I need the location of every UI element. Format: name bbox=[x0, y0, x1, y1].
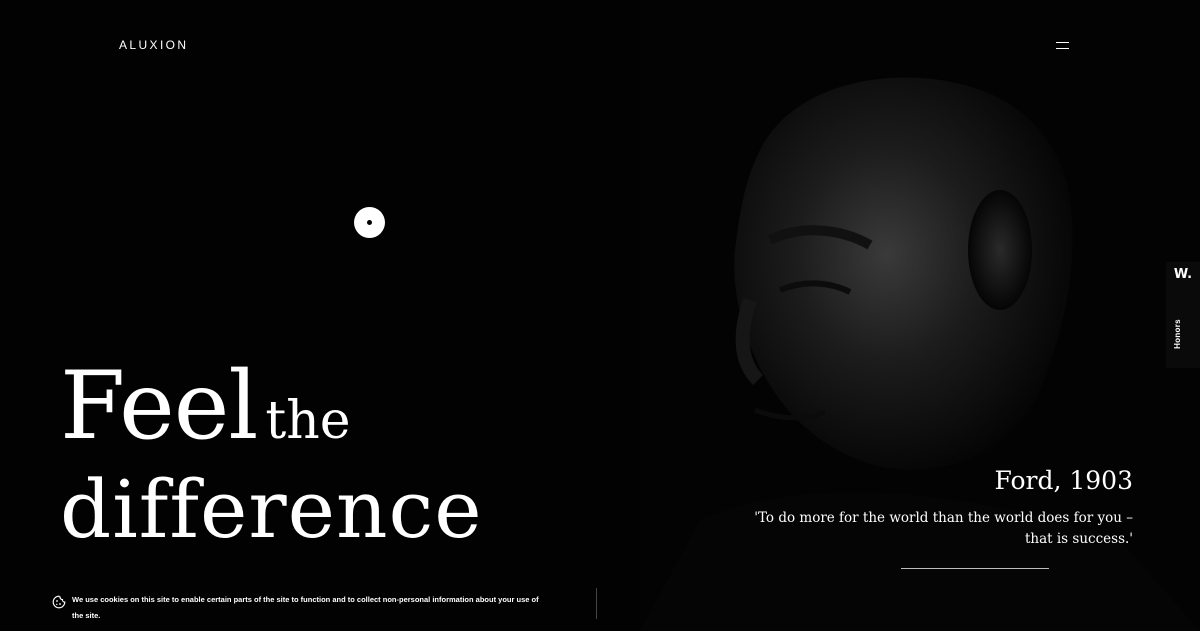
brand-logo[interactable]: ALUXION bbox=[119, 38, 188, 52]
cookie-notice: We use cookies on this site to enable ce… bbox=[52, 588, 597, 631]
awards-badge[interactable]: W. Honors bbox=[1166, 262, 1200, 368]
cookie-notice-divider bbox=[596, 588, 597, 619]
quote-author: Ford, 1903 bbox=[994, 466, 1133, 495]
awwwards-logo-icon: W. bbox=[1173, 267, 1193, 282]
cookie-icon bbox=[52, 595, 66, 609]
custom-cursor-icon bbox=[354, 207, 385, 238]
hamburger-icon bbox=[1056, 42, 1069, 43]
cookie-notice-text: We use cookies on this site to enable ce… bbox=[72, 595, 539, 620]
quote-divider bbox=[901, 568, 1049, 569]
headline-word-the: the bbox=[265, 391, 351, 451]
headline-word-difference: difference bbox=[60, 463, 483, 556]
hamburger-icon-line bbox=[1056, 48, 1069, 49]
headline-word-feel: Feel bbox=[60, 352, 258, 461]
menu-button[interactable] bbox=[1052, 36, 1074, 54]
quote-text: 'To do more for the world than the world… bbox=[754, 510, 1133, 547]
awards-label: Honors bbox=[1173, 319, 1182, 349]
hero-stage: ALUXION W. Honors Feel the difference For… bbox=[0, 0, 1200, 631]
